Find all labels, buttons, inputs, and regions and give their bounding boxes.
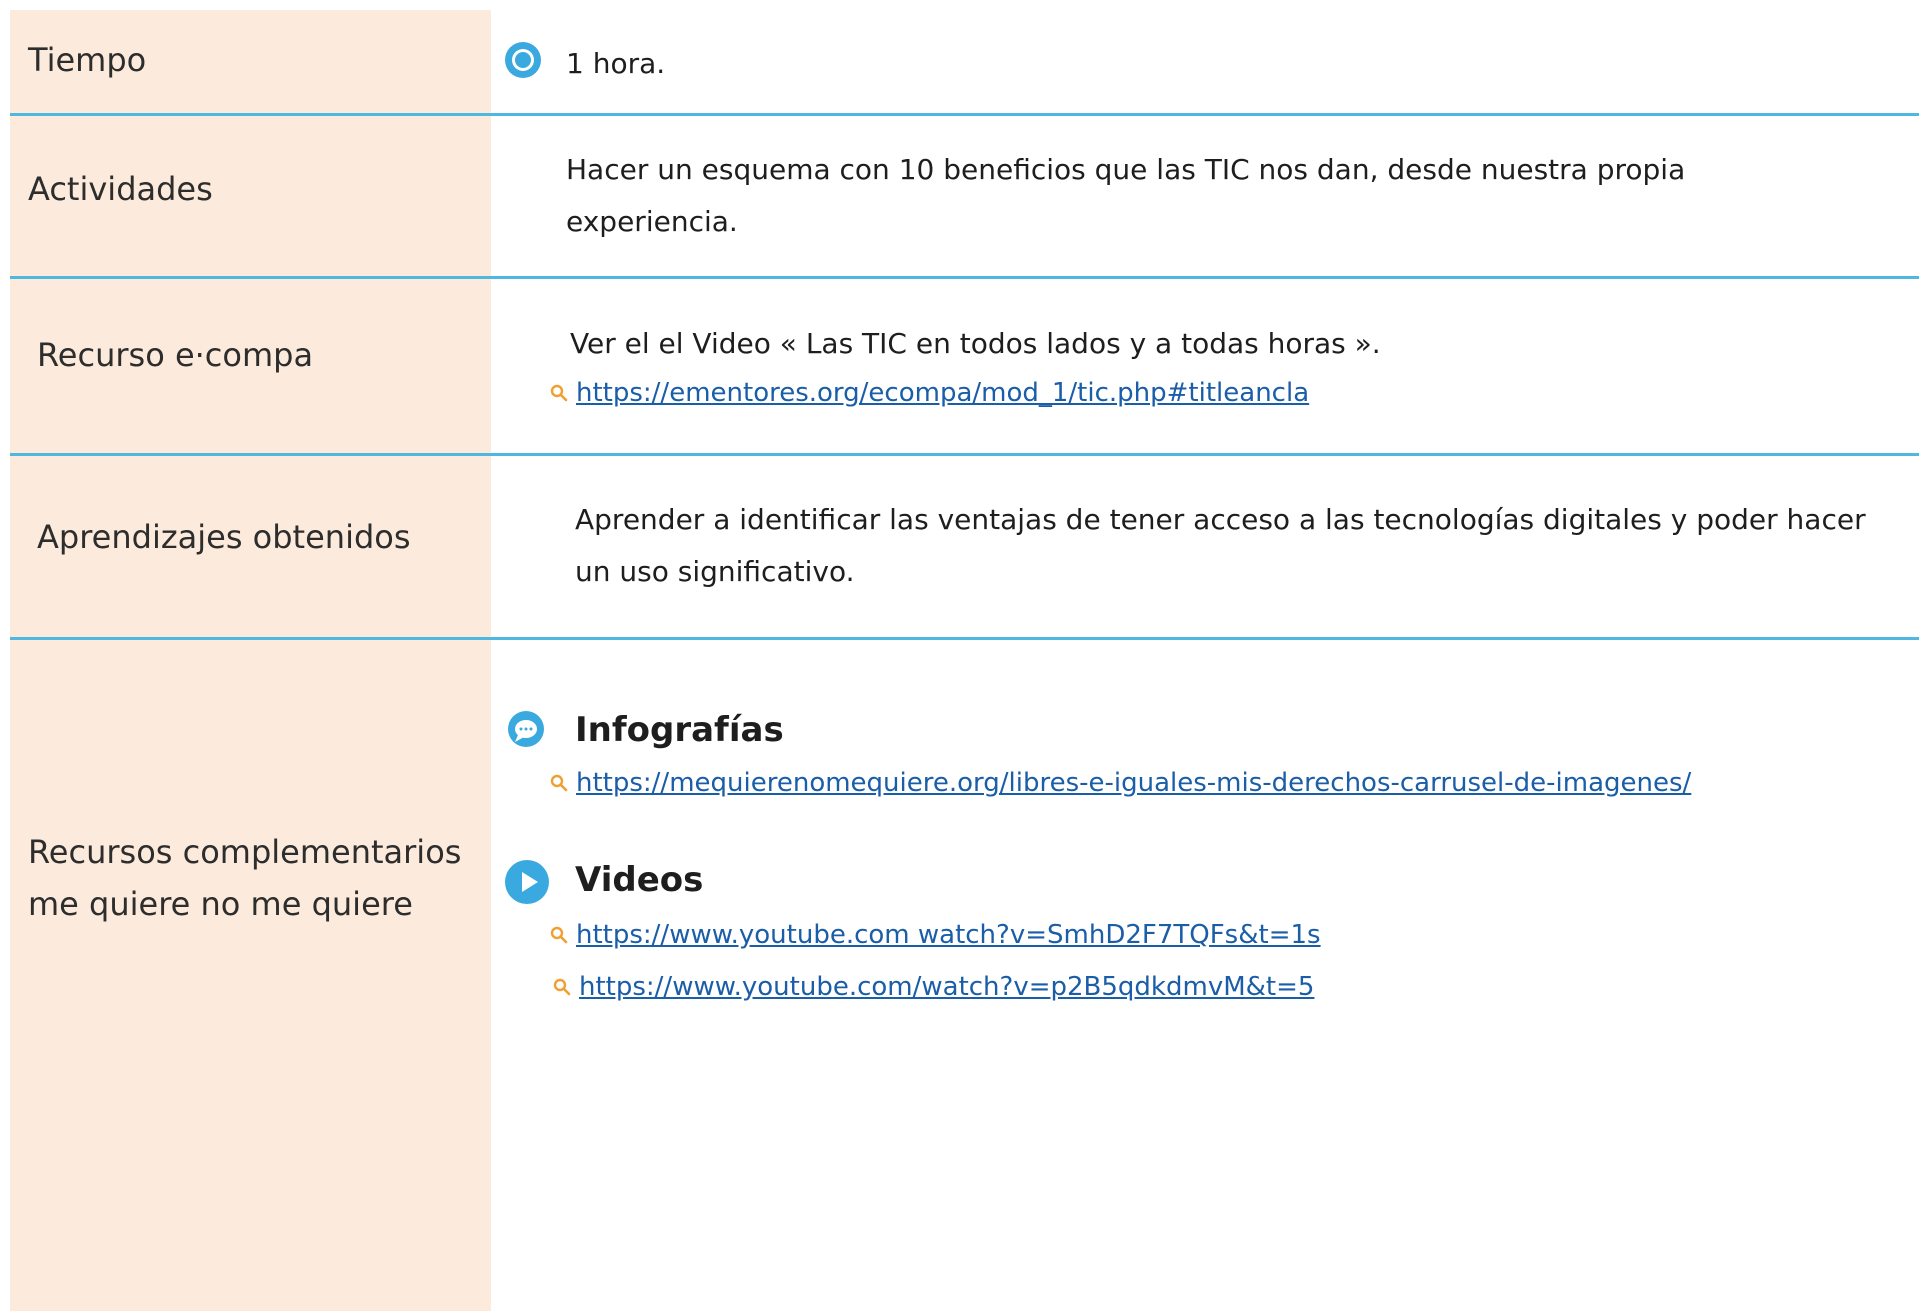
video-link-row-1: https://www.youtube.com watch?v=SmhD2F7T…: [550, 920, 1321, 950]
aprendizajes-label: Aprendizajes obtenidos: [37, 518, 411, 556]
recurso-label: Recurso e·compa: [37, 336, 314, 374]
video-link-2[interactable]: https://www.youtube.com/watch?v=p2B5qdkd…: [579, 972, 1314, 1002]
video-link-1[interactable]: https://www.youtube.com watch?v=SmhD2F7T…: [576, 920, 1321, 950]
search-icon: [550, 926, 568, 944]
recurso-value: Ver el el Video « Las TIC en todos lados…: [570, 327, 1381, 360]
row-divider: [10, 276, 1919, 279]
play-icon: [505, 860, 549, 904]
search-icon: [550, 384, 568, 402]
search-icon: [553, 978, 571, 996]
clock-icon: [505, 42, 541, 78]
infografias-link-row: https://mequierenomequiere.org/libres-e-…: [550, 768, 1691, 798]
video-link-row-2: https://www.youtube.com/watch?v=p2B5qdkd…: [553, 972, 1314, 1002]
infografias-link[interactable]: https://mequierenomequiere.org/libres-e-…: [576, 768, 1691, 798]
tiempo-label: Tiempo: [28, 41, 147, 79]
recurso-link[interactable]: https://ementores.org/ecompa/mod_1/tic.p…: [576, 378, 1309, 408]
row-divider: [10, 453, 1919, 456]
tiempo-value: 1 hora.: [566, 47, 666, 80]
search-icon: [550, 774, 568, 792]
actividades-label: Actividades: [28, 170, 213, 208]
videos-heading: Videos: [575, 860, 704, 900]
recurso-link-row: https://ementores.org/ecompa/mod_1/tic.p…: [550, 378, 1309, 408]
complementarios-label: Recursos complementarios me quiere no me…: [28, 833, 462, 923]
row-divider: [10, 113, 1919, 116]
infografias-heading: Infografías: [575, 710, 784, 750]
aprendizajes-value: Aprender a identificar las ventajas de t…: [575, 503, 1866, 588]
row-divider: [10, 637, 1919, 640]
chat-bubble-icon: [508, 711, 544, 747]
actividades-value: Hacer un esquema con 10 beneficios que l…: [566, 153, 1686, 238]
